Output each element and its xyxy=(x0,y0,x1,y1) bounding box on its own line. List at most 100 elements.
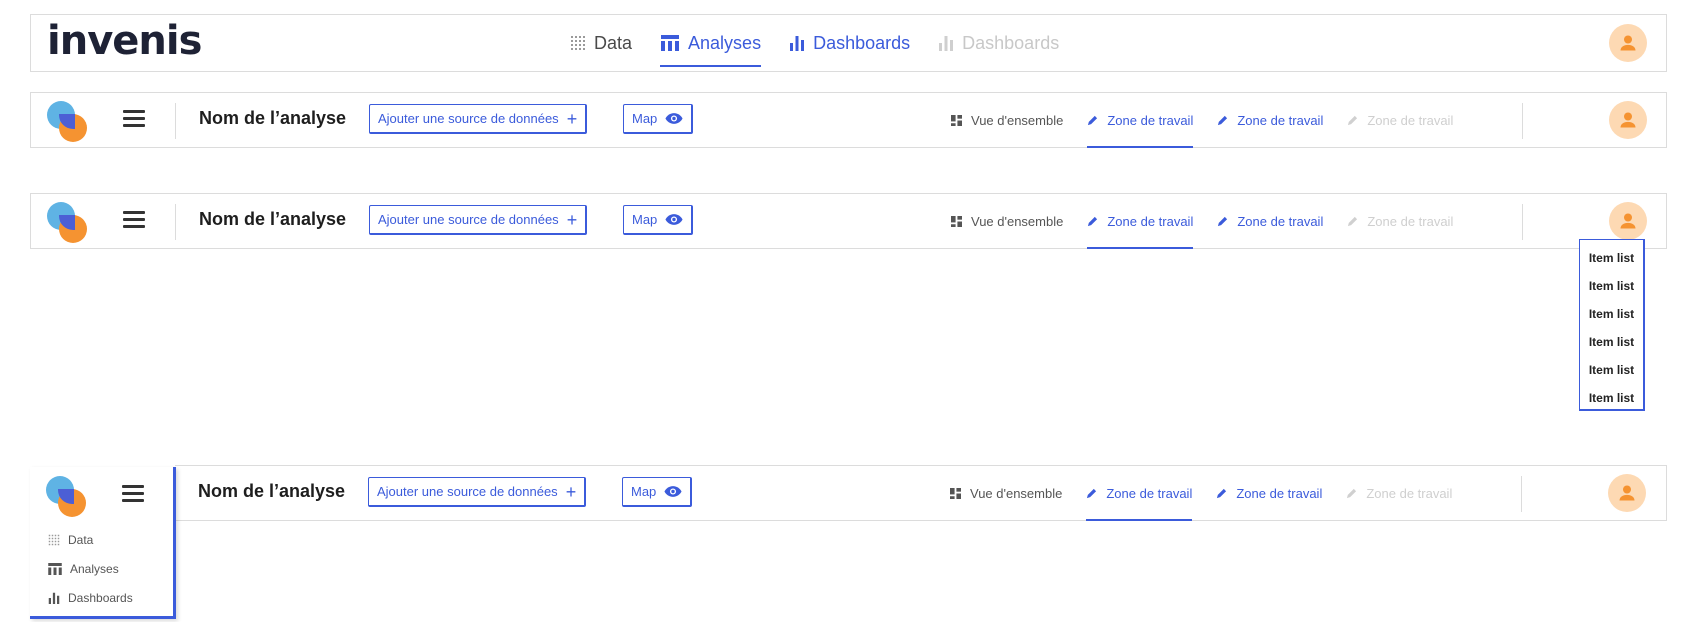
pencil-icon xyxy=(1216,488,1227,499)
user-icon xyxy=(1617,483,1637,503)
app-logo[interactable] xyxy=(47,101,91,145)
nav-label: Dashboards xyxy=(962,32,1060,53)
analysis-bar: Nom de l’analyse Ajouter une source de d… xyxy=(175,465,1667,521)
tab-label: Zone de travail xyxy=(1237,213,1324,229)
analysis-tabs: Vue d'ensemble Zone de travail Zone de t… xyxy=(938,466,1464,521)
table-icon xyxy=(660,35,680,51)
side-menu-label: Data xyxy=(68,532,94,547)
tab-label: Zone de travail xyxy=(1107,112,1194,128)
grid-icon xyxy=(951,115,962,126)
nav-analyses[interactable]: Analyses xyxy=(646,15,775,71)
grid-icon xyxy=(950,488,961,499)
tab-label: Vue d'ensemble xyxy=(971,213,1064,229)
tab-label: Zone de travail xyxy=(1236,485,1323,501)
tab-label: Zone de travail xyxy=(1107,213,1194,229)
tab-workspace[interactable]: Zone de travail xyxy=(1205,93,1335,147)
side-menu-items: Data Analyses Dashboards xyxy=(48,525,133,612)
pencil-icon xyxy=(1086,488,1097,499)
add-source-button[interactable]: Ajouter une source de données + xyxy=(368,477,587,507)
nav-label: Data xyxy=(594,32,633,53)
tab-label: Vue d'ensemble xyxy=(970,485,1063,501)
analysis-bar: Nom de l’analyse Ajouter une source de d… xyxy=(30,193,1667,249)
divider xyxy=(175,103,176,139)
add-source-label: Ajouter une source de données xyxy=(378,111,559,126)
menu-icon[interactable] xyxy=(122,485,144,503)
table-icon xyxy=(48,563,62,575)
user-icon xyxy=(1618,33,1638,53)
user-dropdown-menu: Item list Item list Item list Item list … xyxy=(1579,239,1645,411)
pencil-icon xyxy=(1347,216,1358,227)
bar-chart-icon xyxy=(789,35,805,51)
menu-icon[interactable] xyxy=(123,110,145,128)
tab-overview[interactable]: Vue d'ensemble xyxy=(938,466,1074,520)
menu-icon[interactable] xyxy=(123,211,145,229)
tab-overview[interactable]: Vue d'ensemble xyxy=(939,93,1075,147)
divider xyxy=(1522,204,1523,240)
tab-workspace-active[interactable]: Zone de travail xyxy=(1074,466,1204,521)
map-label: Map xyxy=(632,111,658,126)
dropdown-item[interactable]: Item list xyxy=(1580,244,1643,272)
grid-icon xyxy=(951,216,962,227)
map-button[interactable]: Map xyxy=(622,477,693,507)
map-button[interactable]: Map xyxy=(623,104,694,134)
pencil-icon xyxy=(1217,115,1228,126)
pencil-icon xyxy=(1347,115,1358,126)
tab-workspace[interactable]: Zone de travail xyxy=(1204,466,1334,520)
user-avatar[interactable] xyxy=(1609,24,1647,62)
app-logo[interactable] xyxy=(46,476,90,520)
divider xyxy=(175,204,176,240)
add-source-label: Ajouter une source de données xyxy=(378,212,559,227)
eye-icon xyxy=(664,486,682,497)
side-menu-label: Dashboards xyxy=(68,590,133,605)
tab-overview[interactable]: Vue d'ensemble xyxy=(939,194,1075,248)
map-button[interactable]: Map xyxy=(623,205,694,235)
pencil-icon xyxy=(1346,488,1357,499)
add-source-button[interactable]: Ajouter une source de données + xyxy=(369,104,588,134)
map-label: Map xyxy=(631,484,657,499)
pencil-icon xyxy=(1087,115,1098,126)
tab-label: Zone de travail xyxy=(1366,485,1453,501)
analysis-name[interactable]: Nom de l’analyse xyxy=(199,108,346,129)
user-icon xyxy=(1618,110,1638,130)
plus-icon: + xyxy=(566,209,578,230)
user-avatar[interactable] xyxy=(1608,474,1646,512)
side-menu-item-data[interactable]: Data xyxy=(48,525,133,554)
analysis-name[interactable]: Nom de l’analyse xyxy=(199,209,346,230)
side-menu-label: Analyses xyxy=(70,561,119,576)
app-logo[interactable] xyxy=(47,202,91,246)
nav-label: Analyses xyxy=(688,32,762,53)
dropdown-item[interactable]: Item list xyxy=(1580,328,1643,356)
tab-workspace-active[interactable]: Zone de travail xyxy=(1075,194,1205,249)
add-source-button[interactable]: Ajouter une source de données + xyxy=(369,205,588,235)
top-navbar: invenis Data Analyses Dashboards Dashboa… xyxy=(30,14,1667,72)
map-label: Map xyxy=(632,212,658,227)
nav-dashboards-disabled: Dashboards xyxy=(924,15,1073,71)
tab-label: Zone de travail xyxy=(1367,112,1454,128)
tab-workspace-disabled: Zone de travail xyxy=(1335,93,1465,147)
analysis-bar: Nom de l’analyse Ajouter une source de d… xyxy=(30,92,1667,148)
analysis-name[interactable]: Nom de l’analyse xyxy=(198,481,345,502)
tab-workspace-disabled: Zone de travail xyxy=(1335,194,1465,248)
dropdown-item[interactable]: Item list xyxy=(1580,356,1643,384)
tab-label: Zone de travail xyxy=(1367,213,1454,229)
nav-label: Dashboards xyxy=(813,32,911,53)
side-menu-header xyxy=(30,467,173,521)
pencil-icon xyxy=(1217,216,1228,227)
side-menu-item-dashboards[interactable]: Dashboards xyxy=(48,583,133,612)
nav-dashboards[interactable]: Dashboards xyxy=(775,15,924,71)
user-avatar[interactable] xyxy=(1609,101,1647,139)
tab-workspace[interactable]: Zone de travail xyxy=(1205,194,1335,248)
user-avatar[interactable] xyxy=(1609,202,1647,240)
dropdown-item[interactable]: Item list xyxy=(1580,272,1643,300)
grid-dots-icon xyxy=(48,534,60,546)
user-icon xyxy=(1618,211,1638,231)
dropdown-item[interactable]: Item list xyxy=(1580,384,1643,412)
plus-icon: + xyxy=(565,481,577,502)
nav-data[interactable]: Data xyxy=(556,15,646,71)
invenis-logo[interactable]: invenis xyxy=(47,21,202,61)
dropdown-item[interactable]: Item list xyxy=(1580,300,1643,328)
tab-label: Zone de travail xyxy=(1106,485,1193,501)
side-menu-item-analyses[interactable]: Analyses xyxy=(48,554,133,583)
tab-workspace-active[interactable]: Zone de travail xyxy=(1075,93,1205,148)
bar-chart-icon xyxy=(938,35,954,51)
